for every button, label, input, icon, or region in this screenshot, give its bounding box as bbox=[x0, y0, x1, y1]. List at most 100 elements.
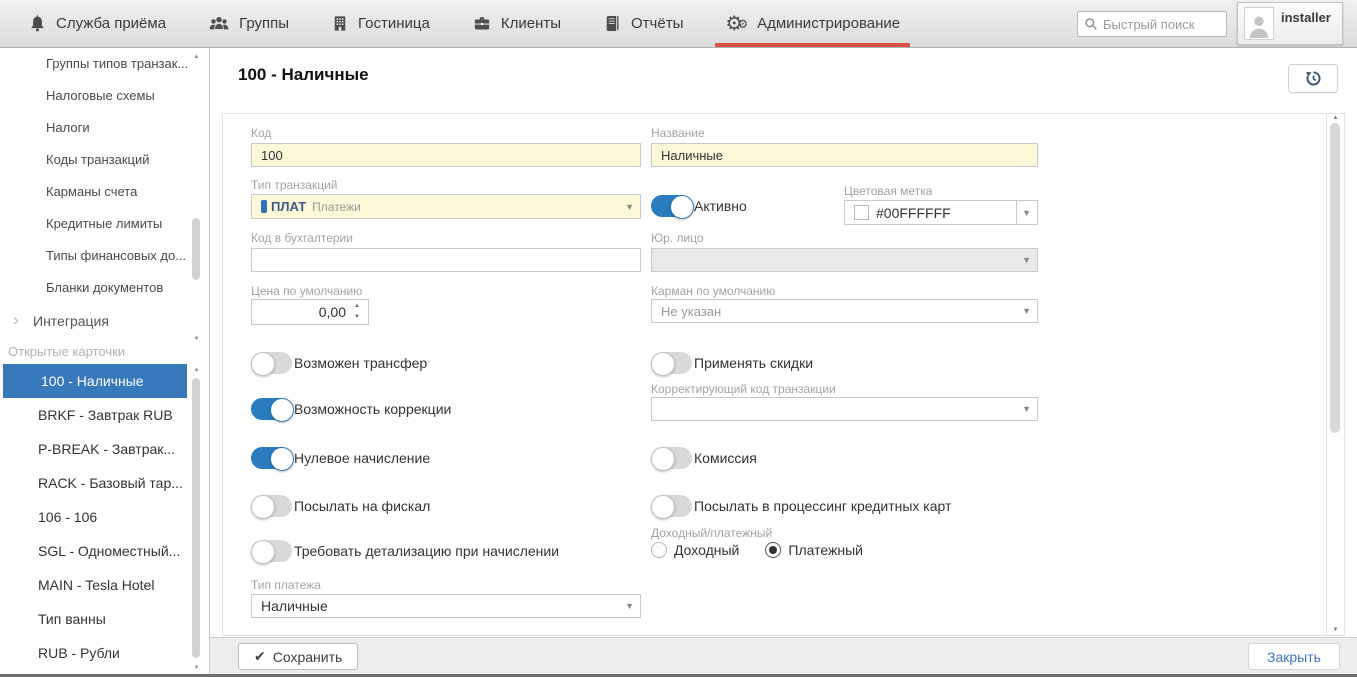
nav-administration[interactable]: ⚙⚙ Администрирование bbox=[725, 0, 900, 47]
spinner-up-icon[interactable]: ▲ bbox=[350, 302, 364, 311]
open-card-rack[interactable]: RACK - Базовый тар... bbox=[0, 466, 187, 500]
commission-toggle[interactable]: Комиссия bbox=[651, 447, 757, 469]
open-card-bath-type[interactable]: Тип ванны bbox=[0, 602, 187, 636]
user-menu[interactable]: installer bbox=[1237, 2, 1343, 45]
radio-income[interactable]: Доходный bbox=[651, 542, 739, 558]
scrollbar-thumb[interactable] bbox=[192, 378, 200, 658]
legal-entity-label: Юр. лицо bbox=[651, 231, 1038, 245]
sidebar-item-taxes[interactable]: Налоги bbox=[0, 112, 209, 144]
book-icon bbox=[603, 14, 622, 33]
sidebar: Группы типов транзак... Налоговые схемы … bbox=[0, 48, 210, 677]
transaction-type-select[interactable]: ПЛАТ Платежи ▼ bbox=[251, 194, 641, 219]
require-details-toggle[interactable]: Требовать детализацию при начислении bbox=[251, 540, 559, 562]
sidebar-item-document-forms[interactable]: Бланки документов bbox=[0, 272, 209, 304]
toggle-track[interactable] bbox=[651, 195, 692, 217]
default-pocket-label: Карман по умолчанию bbox=[651, 284, 1038, 298]
color-dropdown-button[interactable]: ▼ bbox=[1016, 201, 1037, 224]
payment-type-select[interactable]: Наличные ▼ bbox=[251, 594, 641, 618]
sidebar-item-financial-doc-types[interactable]: Типы финансовых до... bbox=[0, 240, 209, 272]
form-scrollbar[interactable]: ▲ ▼ bbox=[1326, 114, 1344, 635]
quick-search[interactable] bbox=[1077, 11, 1227, 37]
transaction-code-form: Код 100 Название Наличные Тип транзакций… bbox=[222, 113, 1345, 636]
users-icon bbox=[208, 14, 230, 33]
color-mark-field[interactable]: #00FFFFFF ▼ bbox=[844, 200, 1038, 225]
nav-groups[interactable]: Группы bbox=[208, 0, 289, 47]
search-input[interactable] bbox=[1103, 17, 1220, 32]
toggle-track[interactable] bbox=[251, 398, 292, 420]
bell-icon bbox=[28, 14, 47, 33]
admin-menu-list: Группы типов транзак... Налоговые схемы … bbox=[0, 48, 209, 338]
toggle-track[interactable] bbox=[251, 352, 292, 374]
nav-reports[interactable]: Отчёты bbox=[603, 0, 683, 47]
toggle-track[interactable] bbox=[251, 447, 292, 469]
footer-action-bar: ✔ Сохранить Закрыть bbox=[210, 637, 1357, 674]
code-label: Код bbox=[251, 126, 641, 140]
nav-label: Отчёты bbox=[631, 15, 683, 32]
toggle-track[interactable] bbox=[251, 540, 292, 562]
open-card-106[interactable]: 106 - 106 bbox=[0, 500, 187, 534]
sidebar-item-account-pockets[interactable]: Карманы счета bbox=[0, 176, 209, 208]
check-icon: ✔ bbox=[254, 648, 266, 665]
scroll-down-arrow[interactable]: ▼ bbox=[1327, 626, 1344, 635]
default-price-spinner[interactable]: 0,00 ▲ ▼ bbox=[251, 299, 369, 325]
sidebar-item-credit-limits[interactable]: Кредитные лимиты bbox=[0, 208, 209, 240]
scroll-up-arrow[interactable]: ▲ bbox=[191, 366, 202, 374]
color-mark-label: Цветовая метка bbox=[844, 184, 1038, 198]
nav-front-desk[interactable]: Служба приёма bbox=[28, 0, 166, 47]
nav-clients[interactable]: Клиенты bbox=[472, 0, 561, 47]
open-card-p-break[interactable]: P-BREAK - Завтрак... bbox=[0, 432, 187, 466]
type-tag-icon bbox=[261, 200, 267, 213]
save-button[interactable]: ✔ Сохранить bbox=[238, 643, 358, 670]
building-icon bbox=[331, 14, 349, 33]
open-cards-scrollbar[interactable]: ▲ ▼ bbox=[191, 366, 202, 672]
scrollbar-thumb[interactable] bbox=[1330, 123, 1340, 433]
page-title: 100 - Наличные bbox=[238, 65, 369, 85]
correction-code-select[interactable]: ▼ bbox=[651, 397, 1038, 421]
cc-processing-toggle[interactable]: Посылать в процессинг кредитных карт bbox=[651, 495, 951, 517]
sidebar-item-integration[interactable]: › Интеграция bbox=[0, 304, 209, 338]
spinner-down-icon[interactable]: ▼ bbox=[350, 313, 364, 322]
transfer-toggle[interactable]: Возможен трансфер bbox=[251, 352, 427, 374]
accounting-code-input[interactable] bbox=[251, 248, 641, 272]
open-card-main-tesla[interactable]: MAIN - Tesla Hotel bbox=[0, 568, 187, 602]
toggle-track[interactable] bbox=[651, 495, 692, 517]
scrollbar-thumb[interactable] bbox=[192, 218, 200, 280]
name-input[interactable]: Наличные bbox=[651, 143, 1038, 167]
main-content: 100 - Наличные Код 100 Название Наличные… bbox=[210, 48, 1357, 677]
code-input[interactable]: 100 bbox=[251, 143, 641, 167]
open-card-brkf[interactable]: BRKF - Завтрак RUB bbox=[0, 398, 187, 432]
sidebar-item-transaction-codes[interactable]: Коды транзакций bbox=[0, 144, 209, 176]
nav-hotel[interactable]: Гостиница bbox=[331, 0, 430, 47]
radio-circle[interactable] bbox=[765, 542, 781, 558]
zero-accrual-toggle[interactable]: Нулевое начисление bbox=[251, 447, 430, 469]
correction-toggle[interactable]: Возможность коррекции bbox=[251, 398, 451, 420]
radio-payment[interactable]: Платежный bbox=[765, 542, 863, 558]
top-navigation-bar: Служба приёма Группы Гостиница Клиенты О… bbox=[0, 0, 1357, 48]
open-card-sgl[interactable]: SGL - Одноместный... bbox=[0, 534, 187, 568]
sidebar-menu-scrollbar[interactable]: ▲ ▼ bbox=[191, 53, 202, 343]
sidebar-item-transaction-type-groups[interactable]: Группы типов транзак... bbox=[0, 48, 209, 80]
scroll-up-arrow[interactable]: ▲ bbox=[1327, 114, 1344, 123]
user-avatar bbox=[1244, 7, 1274, 40]
open-card-100-cash[interactable]: 100 - Наличные bbox=[3, 364, 187, 398]
scroll-up-arrow[interactable]: ▲ bbox=[191, 53, 202, 61]
open-card-rub[interactable]: RUB - Рубли bbox=[0, 636, 187, 670]
toggle-track[interactable] bbox=[251, 495, 292, 517]
gears-icon: ⚙⚙ bbox=[725, 14, 748, 34]
toggle-track[interactable] bbox=[651, 447, 692, 469]
radio-circle[interactable] bbox=[651, 542, 667, 558]
sidebar-item-tax-schemes[interactable]: Налоговые схемы bbox=[0, 80, 209, 112]
close-button[interactable]: Закрыть bbox=[1248, 643, 1340, 670]
fiscal-toggle[interactable]: Посылать на фискал bbox=[251, 495, 430, 517]
search-icon bbox=[1084, 17, 1098, 31]
scroll-down-arrow[interactable]: ▼ bbox=[191, 664, 202, 672]
toggle-track[interactable] bbox=[651, 352, 692, 374]
history-button[interactable] bbox=[1288, 64, 1338, 93]
scroll-down-arrow[interactable]: ▼ bbox=[191, 335, 202, 343]
default-pocket-select[interactable]: Не указан ▼ bbox=[651, 299, 1038, 323]
history-icon bbox=[1304, 69, 1323, 88]
income-payment-label: Доходный/платежный bbox=[651, 526, 1038, 540]
active-toggle[interactable]: Активно bbox=[651, 195, 747, 217]
nav-label: Гостиница bbox=[358, 15, 430, 32]
discounts-toggle[interactable]: Применять скидки bbox=[651, 352, 813, 374]
